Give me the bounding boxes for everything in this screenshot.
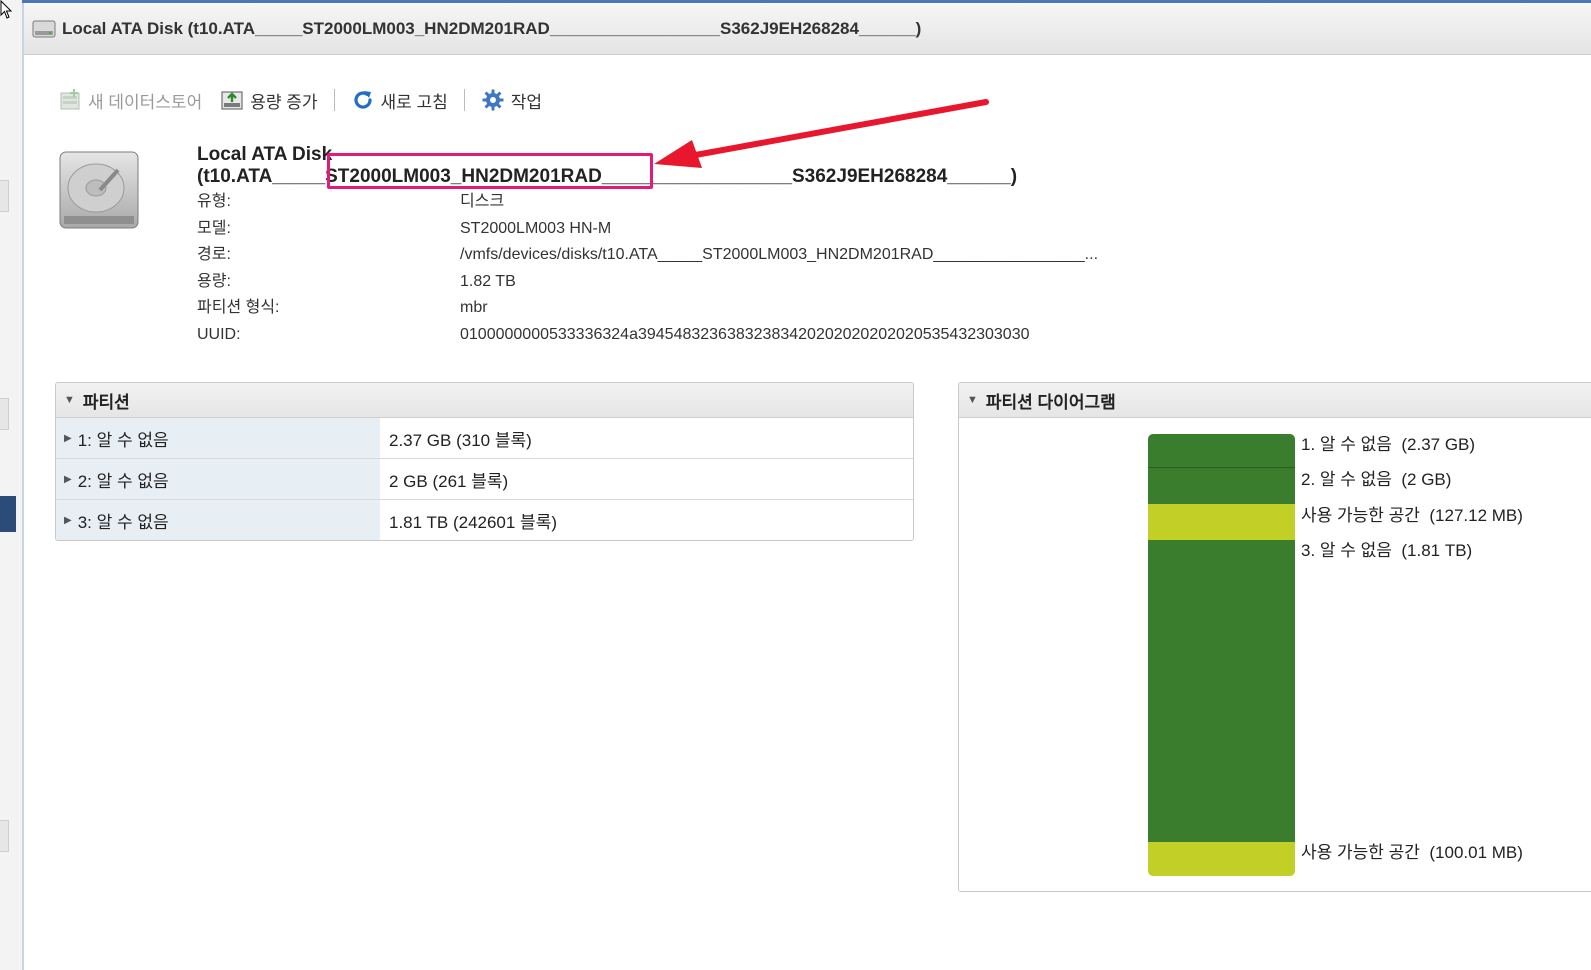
partition-row[interactable]: ▶ 2: 알 수 없음 2 GB (261 블록) (56, 459, 913, 500)
collapse-caret-icon: ▼ (64, 394, 75, 406)
expand-triangle-icon[interactable]: ▶ (64, 433, 72, 444)
property-value: /vmfs/devices/disks/t10.ATA_____ST2000LM… (460, 246, 1099, 264)
property-key: 유형: (197, 193, 231, 210)
sidebar-nub (0, 180, 9, 212)
sidebar-nub (0, 398, 9, 430)
diagram-panel-header[interactable]: ▼ 파티션 다이어그램 (959, 383, 1591, 418)
diagram-segment-partition-3[interactable] (1148, 540, 1295, 842)
property-value: 0100000000533336324a39454832363832383420… (460, 325, 1030, 343)
property-value: 디스크 (460, 193, 505, 210)
gear-icon (482, 89, 504, 111)
increase-capacity-label: 용량 증가 (250, 92, 318, 112)
property-value: ST2000LM003 HN-M (460, 219, 612, 237)
partition-size: 1.81 TB (242601 블록) (389, 512, 558, 532)
left-sidebar-edge (0, 0, 24, 970)
actions-label: 작업 (510, 92, 543, 112)
partition-row[interactable]: ▶ 1: 알 수 없음 2.37 GB (310 블록) (56, 418, 913, 459)
diagram-label: 1. 알 수 없음 (2.37 GB) (1301, 435, 1476, 454)
increase-capacity-button[interactable]: 용량 증가 (220, 88, 318, 113)
partition-name: 1: 알 수 없음 (77, 430, 169, 450)
sidebar-nub (0, 820, 9, 852)
new-datastore-button[interactable]: 새 데이터스토어 (58, 88, 202, 113)
diagram-segment-free-1[interactable] (1148, 504, 1295, 540)
partition-row[interactable]: ▶ 3: 알 수 없음 1.81 TB (242601 블록) (56, 500, 913, 540)
property-key: 용량: (197, 272, 231, 290)
disk-icon (32, 20, 56, 38)
refresh-icon (353, 91, 372, 109)
window-titlebar: Local ATA Disk (t10.ATA_____ST2000LM003_… (24, 4, 1591, 55)
partitions-panel: ▼ 파티션 ▶ 1: 알 수 없음 2.37 GB (310 블록) ▶ 2: … (55, 382, 914, 541)
model-highlight-box (327, 153, 653, 189)
expand-triangle-icon[interactable]: ▶ (64, 515, 72, 526)
expand-triangle-icon[interactable]: ▶ (64, 474, 72, 485)
window-title: Local ATA Disk (t10.ATA_____ST2000LM003_… (62, 19, 922, 38)
annotation-arrow (654, 99, 989, 168)
hard-disk-icon (59, 151, 139, 229)
diagram-panel-title: 파티션 다이어그램 (985, 392, 1116, 412)
diagram-segment-free-2[interactable] (1148, 842, 1295, 876)
partition-size: 2.37 GB (310 블록) (389, 430, 532, 450)
partitions-panel-header[interactable]: ▼ 파티션 (56, 383, 913, 418)
property-key: 파티션 형식: (197, 299, 280, 317)
property-key: UUID: (197, 325, 241, 343)
property-key: 모델: (197, 219, 231, 237)
top-border (22, 0, 1591, 3)
partitions-panel-title: 파티션 (82, 392, 130, 412)
diagram-segment-partition-2[interactable] (1148, 468, 1295, 504)
diagram-label: 3. 알 수 없음 (1.81 TB) (1301, 541, 1473, 560)
collapse-caret-icon: ▼ (967, 394, 978, 406)
partition-size: 2 GB (261 블록) (389, 471, 509, 491)
toolbar-separator (333, 89, 335, 111)
actions-button[interactable]: 작업 (481, 88, 542, 113)
toolbar-separator (463, 89, 465, 111)
diagram-label: 2. 알 수 없음 (2 GB) (1301, 470, 1452, 489)
new-datastore-label: 새 데이터스토어 (88, 92, 203, 112)
property-value: mbr (460, 299, 488, 317)
sidebar-selected-indicator (0, 496, 16, 532)
refresh-label: 새로 고침 (380, 92, 448, 112)
diagram-label: 사용 가능한 공간 (127.12 MB) (1301, 506, 1523, 525)
increase-capacity-icon (221, 91, 243, 110)
diagram-label: 사용 가능한 공간 (100.01 MB) (1301, 843, 1523, 862)
refresh-button[interactable]: 새로 고침 (351, 88, 448, 113)
diagram-segment-partition-1[interactable] (1148, 434, 1295, 468)
toolbar: 새 데이터스토어 용량 증가 새로 고침 작업 (58, 84, 542, 116)
partition-name: 3: 알 수 없음 (77, 512, 169, 532)
new-datastore-icon (60, 89, 80, 110)
partition-name: 2: 알 수 없음 (77, 471, 169, 491)
mouse-cursor-icon (0, 0, 13, 19)
property-value: 1.82 TB (460, 272, 516, 290)
property-key: 경로: (197, 246, 231, 264)
